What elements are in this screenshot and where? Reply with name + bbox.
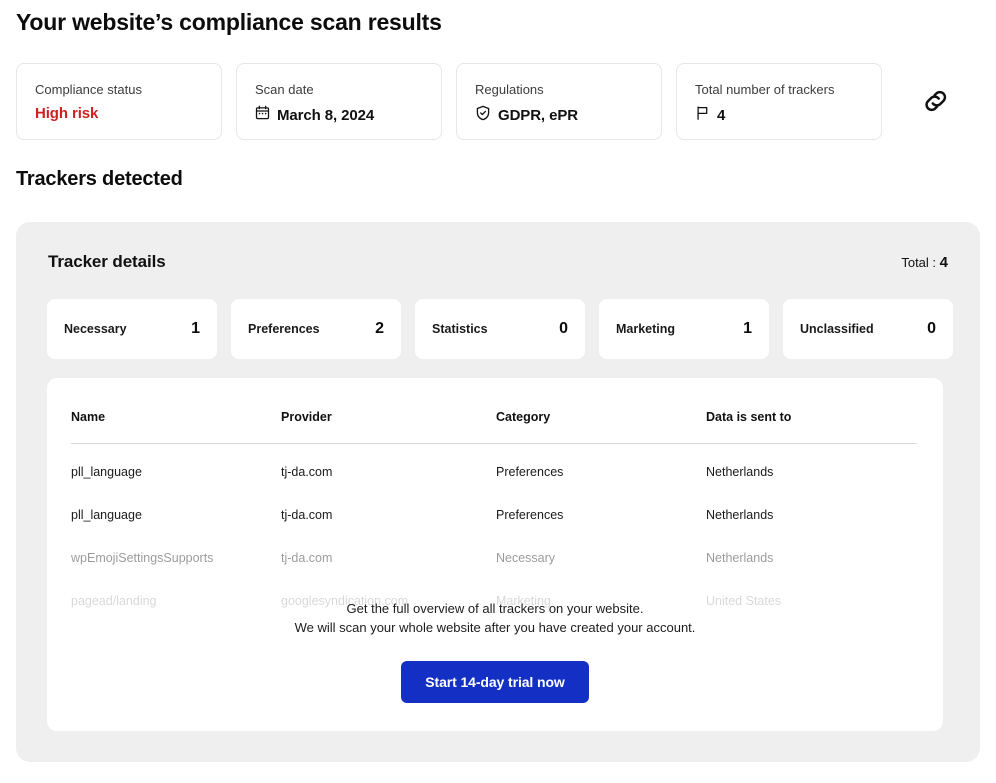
category-name: Marketing [616,322,676,336]
cell-sent-to: Netherlands [706,508,774,522]
table-row: pll_language tj-da.com Preferences Nethe… [71,493,917,536]
scan-date-value: March 8, 2024 [277,106,375,124]
column-header-name: Name [71,410,281,444]
cell-sent-to: Netherlands [706,465,774,479]
summary-card-value-wrap: GDPR, ePR [475,105,661,126]
panel-total: Total : 4 [901,254,948,271]
category-name: Statistics [432,322,488,336]
cell-category: Necessary [496,551,556,565]
category-count: 1 [191,320,200,337]
cta-block: Get the full overview of all trackers on… [47,599,943,703]
cell-sent-to: Netherlands [706,551,774,565]
total-trackers-value: 4 [717,107,726,124]
category-card-unclassified[interactable]: Unclassified 0 [783,299,953,359]
cta-line-2: We will scan your whole website after yo… [294,620,696,635]
panel-header: Tracker details Total : 4 [48,252,948,272]
cell-provider: tj-da.com [281,508,333,522]
page-title: Your website’s compliance scan results [16,9,442,35]
category-count: 0 [559,320,568,337]
cell-name: pll_language [71,508,142,522]
table-row: wpEmojiSettingsSupports tj-da.com Necess… [71,536,917,579]
category-count: 1 [743,320,752,337]
cell-name: wpEmojiSettingsSupports [71,551,214,565]
table-head: Name Provider Category Data is sent to [71,410,917,444]
cell-name: pll_language [71,465,142,479]
table-body: pll_language tj-da.com Preferences Nethe… [71,444,917,623]
summary-card-value-wrap: March 8, 2024 [255,105,441,125]
summary-card-label: Regulations [475,82,544,97]
compliance-scan-results-page: Your website’s compliance scan results C… [0,0,996,783]
summary-card-regulations: Regulations GDPR, ePR [456,63,662,140]
table-row: pll_language tj-da.com Preferences Nethe… [71,444,917,494]
summary-card-scan-date: Scan date March 8, 2024 [236,63,442,140]
shield-check-icon [475,105,491,126]
summary-card-compliance-status: Compliance status High risk [16,63,222,140]
flag-icon [695,105,710,126]
cell-provider: tj-da.com [281,465,333,479]
tracker-details-panel: Tracker details Total : 4 Necessary 1 Pr… [16,222,980,762]
panel-title: Tracker details [48,252,166,271]
summary-card-label: Scan date [255,82,314,97]
table-header-row: Name Provider Category Data is sent to [71,410,917,444]
category-card-preferences[interactable]: Preferences 2 [231,299,401,359]
category-stat-cards: Necessary 1 Preferences 2 Statistics 0 M… [47,299,953,359]
cell-category: Preferences [496,465,564,479]
trackers-table: Name Provider Category Data is sent to p… [71,410,917,622]
regulations-value: GDPR, ePR [498,107,578,124]
column-header-provider: Provider [281,410,496,444]
panel-total-label: Total : [901,255,937,270]
section-title-trackers-detected: Trackers detected [16,168,183,190]
copy-link-button[interactable] [916,82,956,122]
category-name: Unclassified [800,322,874,336]
tracker-table-card: Name Provider Category Data is sent to p… [47,378,943,731]
category-count: 0 [927,320,936,337]
category-card-statistics[interactable]: Statistics 0 [415,299,585,359]
column-header-category: Category [496,410,706,444]
cta-line-1: Get the full overview of all trackers on… [346,601,644,616]
column-header-data-sent-to: Data is sent to [706,410,917,444]
summary-card-value-wrap: High risk [35,105,221,122]
category-card-marketing[interactable]: Marketing 1 [599,299,769,359]
compliance-status-value: High risk [35,105,99,122]
link-icon [921,86,951,119]
summary-cards-row: Compliance status High risk Scan date Ma… [16,63,980,140]
panel-total-value: 4 [939,254,948,271]
summary-card-value-wrap: 4 [695,105,881,126]
summary-card-label: Compliance status [35,82,142,97]
category-name: Preferences [248,322,320,336]
summary-card-label: Total number of trackers [695,82,835,97]
category-card-necessary[interactable]: Necessary 1 [47,299,217,359]
cell-provider: tj-da.com [281,551,333,565]
start-trial-button[interactable]: Start 14-day trial now [401,661,589,703]
calendar-icon [255,105,270,125]
category-name: Necessary [64,322,127,336]
category-count: 2 [375,320,384,337]
cell-category: Preferences [496,508,564,522]
summary-card-total-trackers: Total number of trackers 4 [676,63,882,140]
